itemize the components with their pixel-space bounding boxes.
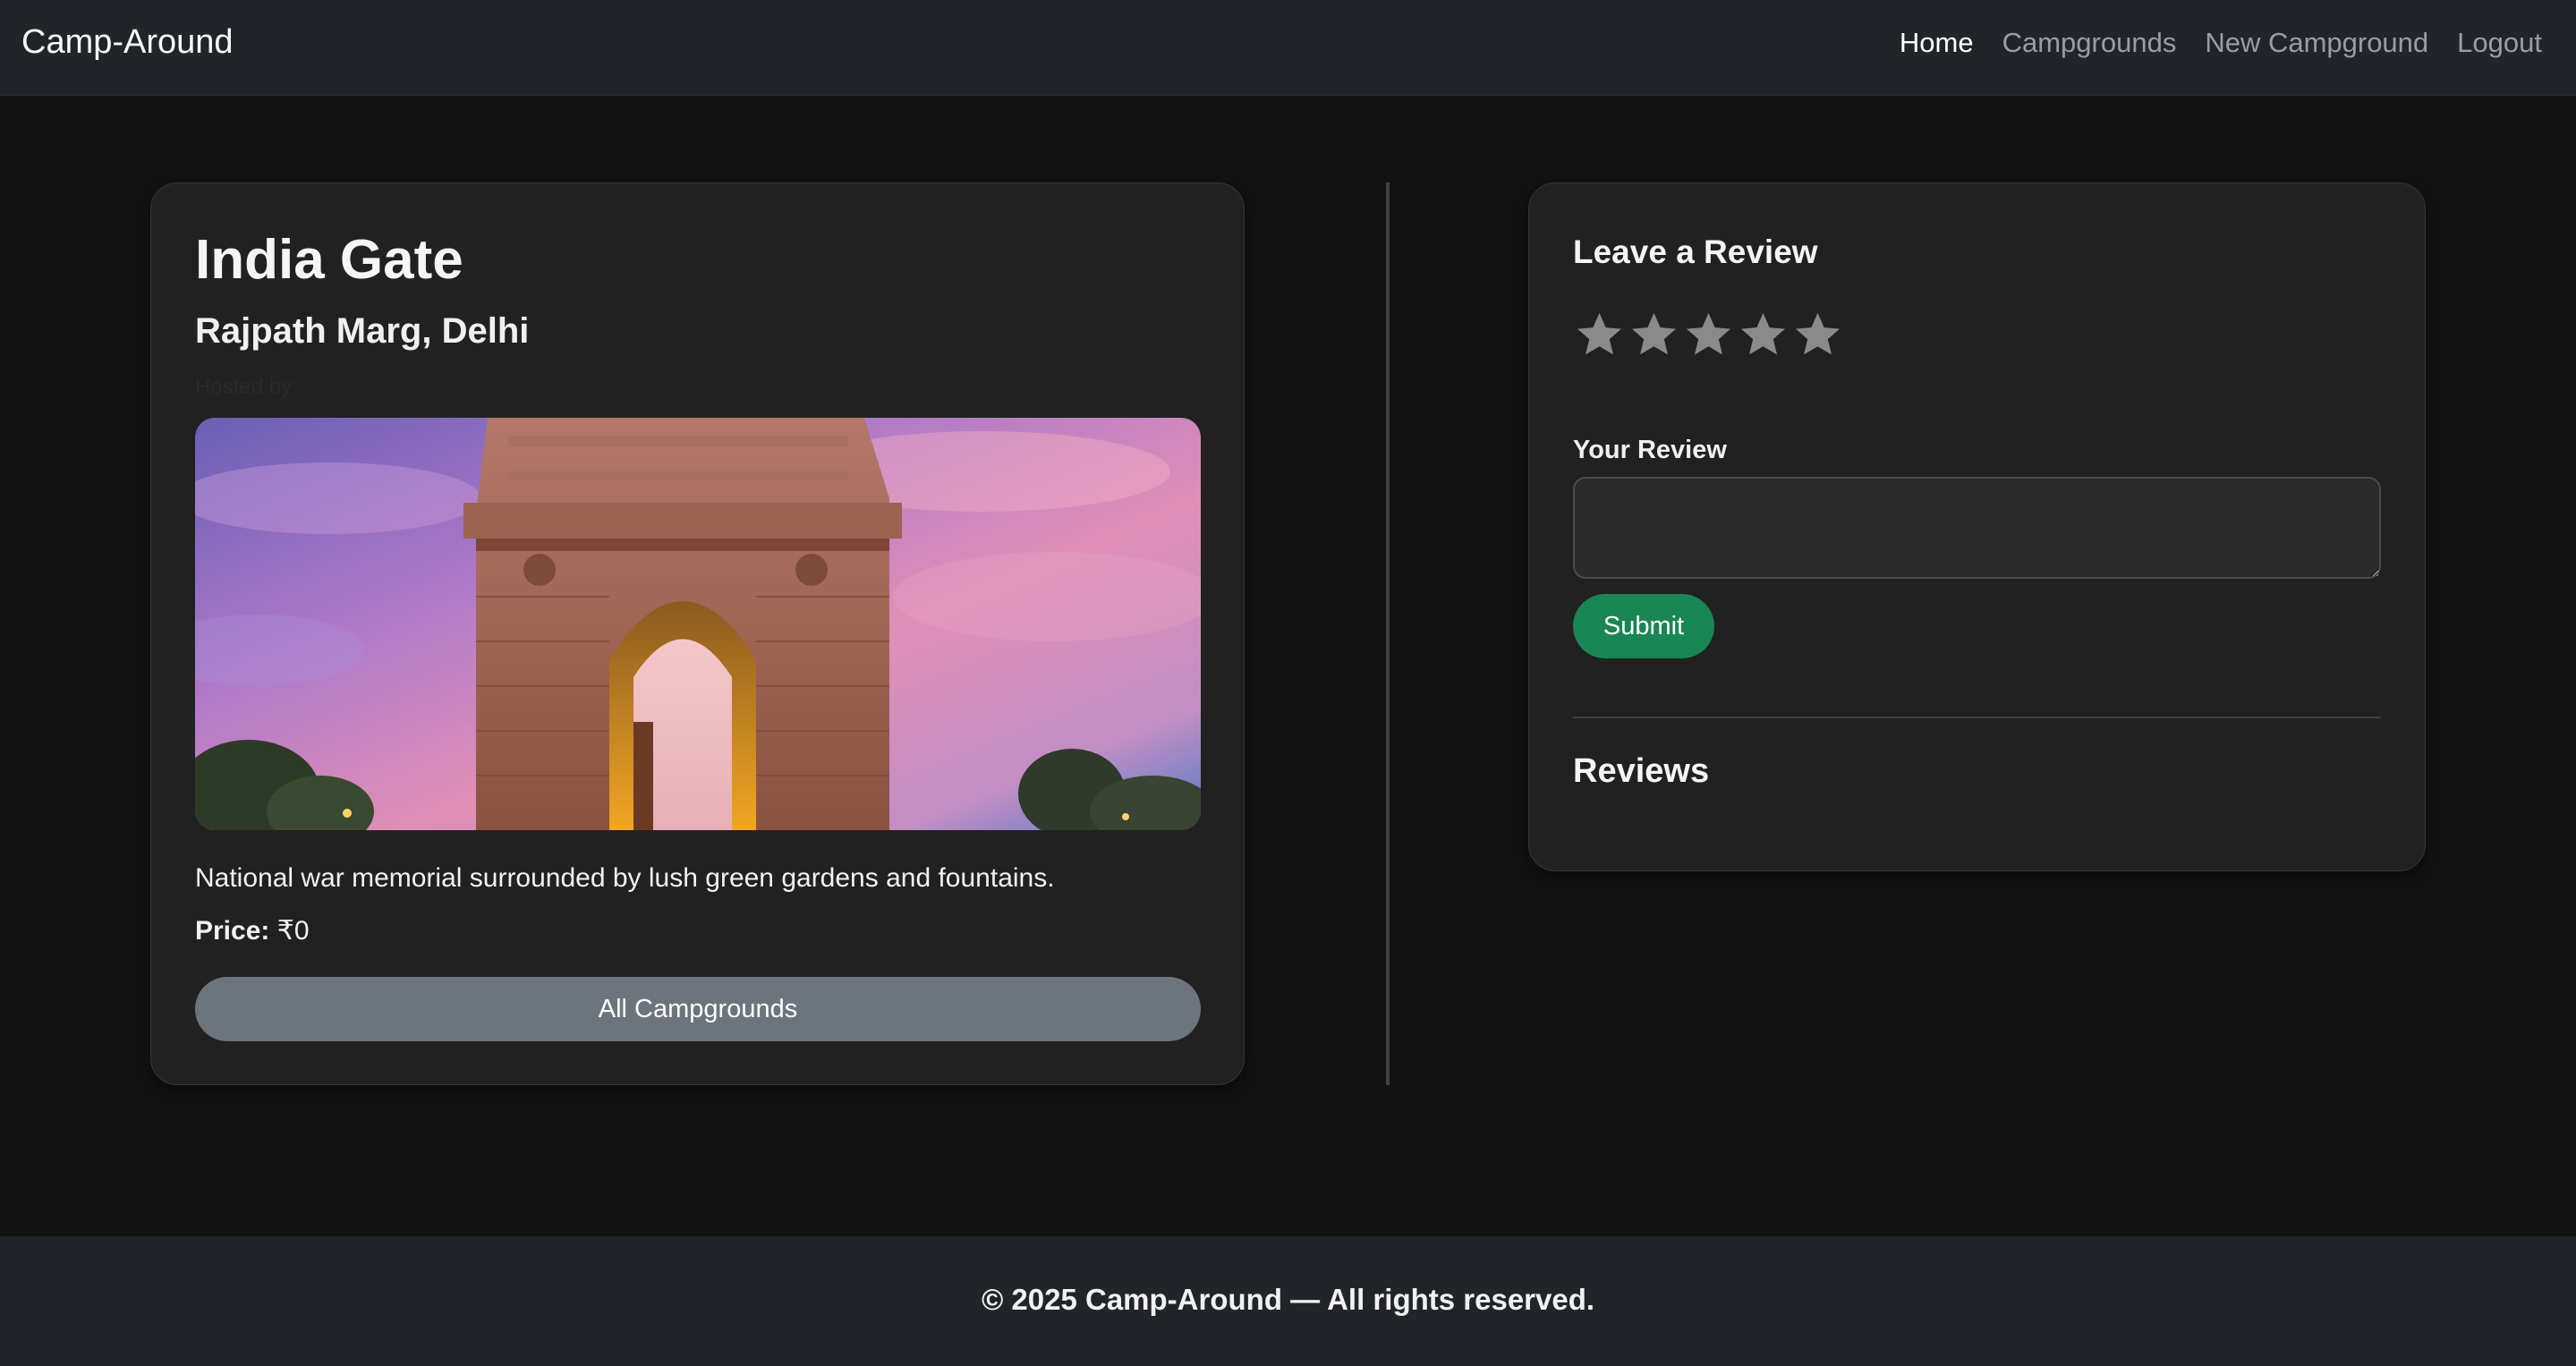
submit-review-button[interactable]: Submit xyxy=(1573,594,1714,658)
nav-link-campgrounds[interactable]: Campgrounds xyxy=(2002,27,2177,59)
review-card: Leave a Review Your Review Submit Review… xyxy=(1528,182,2426,871)
column-divider xyxy=(1386,182,1390,1085)
footer-copyright: © 2025 Camp-Around — All rights reserved… xyxy=(981,1283,1595,1316)
price-value: ₹0 xyxy=(276,916,310,946)
star-1-icon[interactable] xyxy=(1573,309,1626,361)
nav-link-logout[interactable]: Logout xyxy=(2457,27,2542,59)
campground-image xyxy=(195,418,1201,830)
nav-link-new-campground[interactable]: New Campground xyxy=(2205,27,2428,59)
footer: © 2025 Camp-Around — All rights reserved… xyxy=(0,1236,2576,1366)
nav-link-home[interactable]: Home xyxy=(1900,27,1974,59)
review-textarea[interactable] xyxy=(1573,477,2381,579)
review-label: Your Review xyxy=(1573,436,1727,464)
star-5-icon[interactable] xyxy=(1791,309,1844,361)
leave-review-heading: Leave a Review xyxy=(1573,233,1818,270)
nav-links: Home Campgrounds New Campground Logout xyxy=(1900,27,2542,59)
star-rating xyxy=(1573,309,1844,361)
campground-title: India Gate xyxy=(195,229,463,291)
star-2-icon[interactable] xyxy=(1628,309,1680,361)
reviews-heading: Reviews xyxy=(1573,752,1710,790)
price-label: Price: xyxy=(195,916,270,946)
campground-author: Hosted by xyxy=(195,375,293,399)
all-campgrounds-button[interactable]: All Campgrounds xyxy=(195,977,1201,1041)
campground-location: Rajpath Marg, Delhi xyxy=(195,311,530,351)
brand-logo[interactable]: Camp-Around xyxy=(21,23,234,62)
campground-description: National war memorial surrounded by lush… xyxy=(195,863,1055,893)
review-divider xyxy=(1573,717,2381,718)
campground-card: India Gate Rajpath Marg, Delhi Hosted by xyxy=(150,182,1245,1085)
campground-price: Price: ₹0 xyxy=(195,915,310,946)
navbar: Camp-Around Home Campgrounds New Campgro… xyxy=(0,0,2576,96)
star-3-icon[interactable] xyxy=(1682,309,1735,361)
star-4-icon[interactable] xyxy=(1737,309,1790,361)
